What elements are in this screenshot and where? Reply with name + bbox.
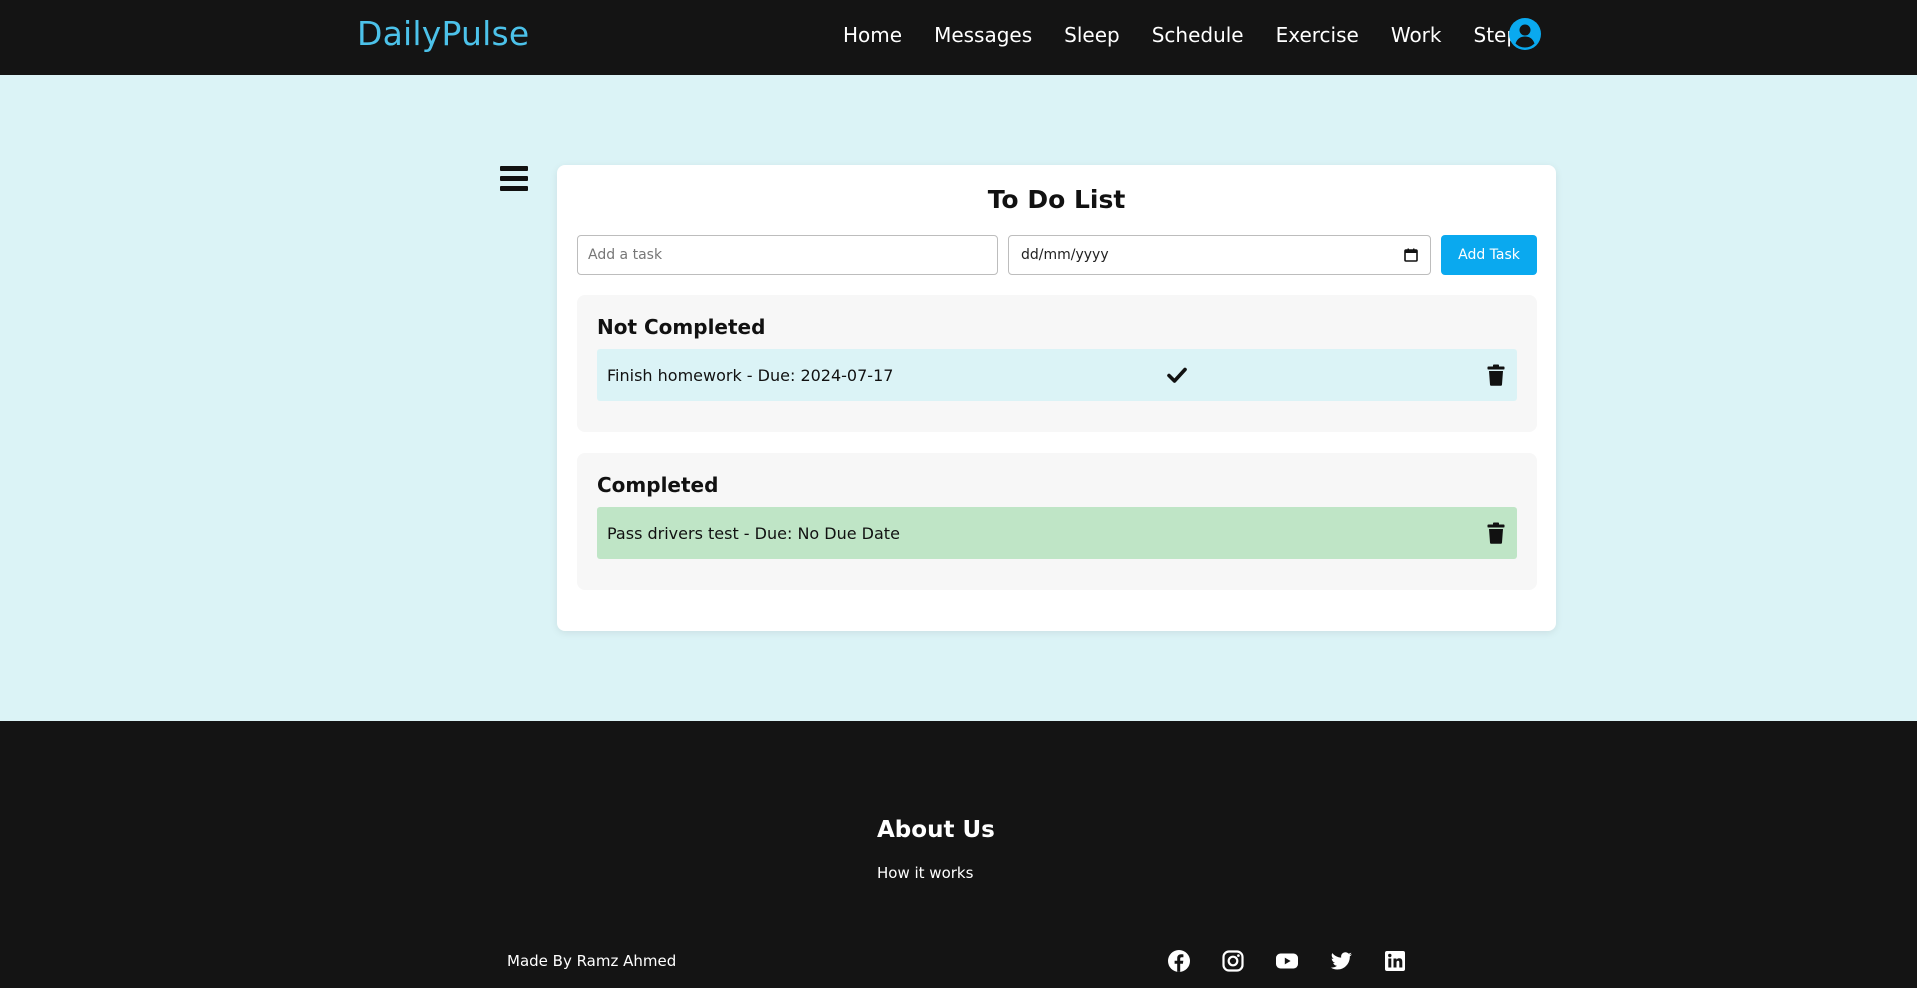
nav-work[interactable]: Work <box>1391 22 1442 48</box>
hamburger-bar <box>500 166 528 171</box>
footer: About Us How it works Made By Ramz Ahmed <box>0 721 1917 988</box>
section-title: Not Completed <box>597 315 766 339</box>
youtube-icon[interactable] <box>1275 949 1299 973</box>
completed-section: Completed Pass drivers test - Due: No Du… <box>577 453 1537 590</box>
linkedin-icon[interactable] <box>1383 949 1407 973</box>
brand-logo[interactable]: DailyPulse <box>357 14 529 53</box>
task-input[interactable] <box>577 235 998 275</box>
main-nav: Home Messages Sleep Schedule Exercise Wo… <box>843 22 1561 48</box>
calendar-icon[interactable] <box>1404 248 1418 262</box>
check-icon[interactable] <box>1167 365 1187 385</box>
trash-icon[interactable] <box>1487 364 1505 386</box>
todo-title: To Do List <box>987 185 1126 214</box>
task-text: Pass drivers test - Due: No Due Date <box>607 524 900 543</box>
user-circle-icon[interactable] <box>1509 18 1541 50</box>
nav-home[interactable]: Home <box>843 22 902 48</box>
task-text: Finish homework - Due: 2024-07-17 <box>607 366 894 385</box>
nav-exercise[interactable]: Exercise <box>1276 22 1359 48</box>
how-it-works-link[interactable]: How it works <box>877 864 973 882</box>
social-links <box>1167 949 1437 973</box>
section-title: Completed <box>597 473 719 497</box>
task-item: Pass drivers test - Due: No Due Date <box>597 507 1517 559</box>
hamburger-bar <box>500 186 528 191</box>
hamburger-menu-icon[interactable] <box>500 166 528 192</box>
nav-sleep[interactable]: Sleep <box>1064 22 1120 48</box>
credit-text: Made By Ramz Ahmed <box>507 952 677 970</box>
due-date-input[interactable]: dd/mm/yyyy <box>1008 235 1431 275</box>
todo-card: To Do List dd/mm/yyyy Add Task Not Compl… <box>557 165 1556 631</box>
instagram-icon[interactable] <box>1221 949 1245 973</box>
twitter-icon[interactable] <box>1329 949 1353 973</box>
task-item: Finish homework - Due: 2024-07-17 <box>597 349 1517 401</box>
date-placeholder: dd/mm/yyyy <box>1021 247 1109 263</box>
facebook-icon[interactable] <box>1167 949 1191 973</box>
hamburger-bar <box>500 176 528 181</box>
top-navbar: DailyPulse Home Messages Sleep Schedule … <box>0 0 1917 75</box>
about-title: About Us <box>877 817 995 843</box>
nav-schedule[interactable]: Schedule <box>1152 22 1244 48</box>
not-completed-section: Not Completed Finish homework - Due: 202… <box>577 295 1537 432</box>
trash-icon[interactable] <box>1487 522 1505 544</box>
add-task-button[interactable]: Add Task <box>1441 235 1537 275</box>
nav-messages[interactable]: Messages <box>934 22 1032 48</box>
